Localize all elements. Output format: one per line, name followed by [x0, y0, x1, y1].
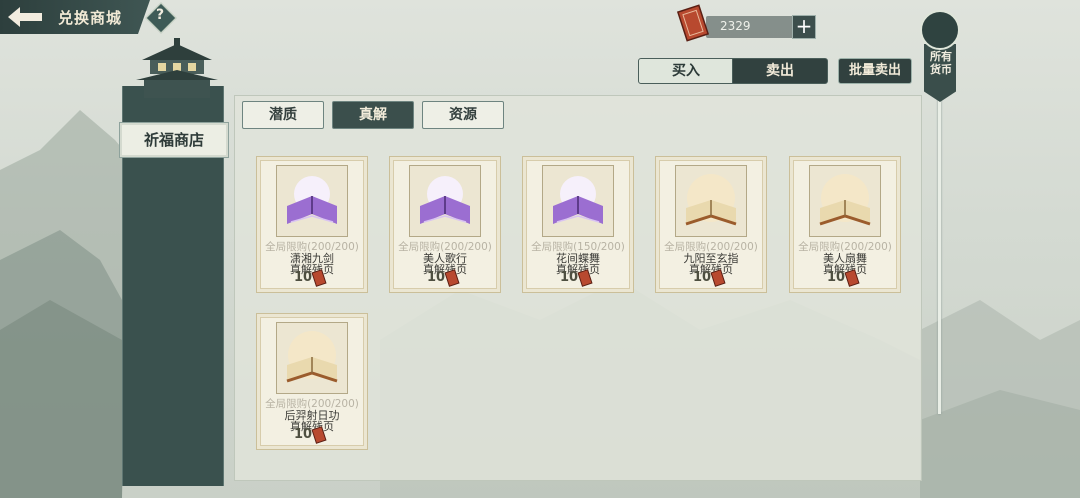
gold-book-icon [819, 174, 871, 226]
page-title: 兑换商城 [58, 9, 123, 27]
help-button[interactable]: ? [145, 2, 177, 34]
item-price: 10 [427, 270, 446, 285]
item-frame [409, 165, 481, 237]
shop-item-card[interactable]: 全局限购(200/200) 九阳至玄指 真解残页 10 [655, 156, 767, 293]
batch-sell-button[interactable]: 批量卖出 [838, 58, 912, 84]
gold-book-icon [685, 174, 737, 226]
back-button[interactable] [4, 4, 46, 30]
tab-buy[interactable]: 买入 [638, 58, 734, 84]
currency-display: 2329 + [676, 4, 816, 44]
tab-resources[interactable]: 资源 [422, 101, 504, 129]
shop-item-card[interactable]: 全局限购(200/200) 后羿射日功 真解残页 10 [256, 313, 368, 450]
item-price: 10 [294, 427, 313, 442]
gold-book-icon [286, 331, 338, 383]
item-price: 10 [294, 270, 313, 285]
tab-true-solution[interactable]: 真解 [332, 101, 414, 129]
help-label: ? [155, 7, 165, 23]
add-currency-button[interactable]: + [792, 15, 816, 39]
sidebar-item-prayer-shop[interactable]: 祈福商店 [119, 122, 229, 158]
item-frame [276, 165, 348, 237]
purple-book-icon [420, 176, 470, 224]
purple-book-icon [553, 176, 603, 224]
trade-tabs: 买入 卖出 [638, 58, 828, 84]
back-arrow-icon [8, 7, 42, 27]
shop-item-card[interactable]: 全局限购(200/200) 美人扇舞 真解残页 10 [789, 156, 901, 293]
shop-item-card[interactable]: 全局限购(200/200) 美人歌行 真解残页 10 [389, 156, 501, 293]
all-currency-button[interactable]: 所有货币 [918, 8, 960, 414]
ticket-currency-icon [676, 4, 710, 42]
shop-item-card[interactable]: 全局限购(150/200) 花间蝶舞 真解残页 10 [522, 156, 634, 293]
all-currency-label: 所有货币 [930, 50, 952, 76]
tab-potential[interactable]: 潜质 [242, 101, 324, 129]
item-frame [276, 322, 348, 394]
flag-pole [938, 94, 941, 414]
item-price: 10 [560, 270, 579, 285]
coin-icon [920, 10, 960, 50]
pagoda-icon [136, 38, 218, 98]
purple-book-icon [287, 176, 337, 224]
item-frame [542, 165, 614, 237]
item-price: 10 [827, 270, 846, 285]
item-price: 10 [693, 270, 712, 285]
shop-item-card[interactable]: 全局限购(200/200) 潇湘九剑 真解残页 10 [256, 156, 368, 293]
item-frame [809, 165, 881, 237]
item-frame [675, 165, 747, 237]
tab-sell[interactable]: 卖出 [732, 58, 828, 84]
currency-amount: 2329 [720, 19, 751, 33]
